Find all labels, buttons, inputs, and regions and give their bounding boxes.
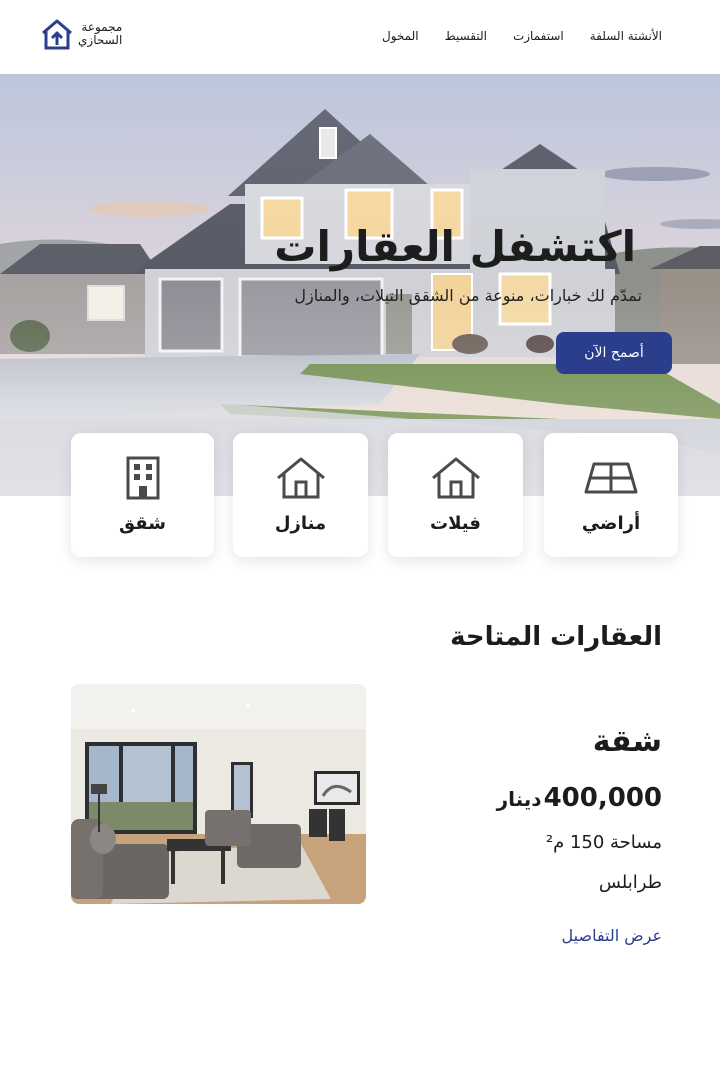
hero-subtitle: تمدّم لك خبارات، منوعة من الشقق التيلات،… [294, 286, 642, 305]
category-label: منازل [274, 513, 327, 534]
apartment-building-icon [126, 456, 159, 500]
house-icon [276, 457, 325, 499]
listing-price: 400,000 دينار [497, 783, 662, 813]
view-details-link[interactable]: عرض التفاصيل [562, 926, 662, 945]
house-logo-icon [42, 19, 72, 50]
hero-title: اكتشفل العقارات [274, 222, 636, 271]
listing-type: شقة [592, 724, 662, 759]
category-label: شقق [119, 513, 166, 534]
category-card-apartments[interactable]: شقق [71, 433, 214, 557]
category-card-land[interactable]: أراضي [544, 433, 678, 557]
brand-logo[interactable]: مجموعة السحازي [40, 17, 122, 51]
listing-area: مساحة 150 م² [545, 832, 662, 853]
nav-item-installments[interactable]: التقسيط [445, 29, 487, 43]
listing-currency: دينار [496, 787, 542, 811]
category-label: فيلات [430, 513, 481, 534]
brand-name: مجموعة السحازي [78, 21, 122, 47]
villa-house-icon [431, 457, 480, 499]
listing-photo[interactable] [71, 684, 366, 904]
site-header: مجموعة السحازي المخول التقسيط استفمازت ا… [0, 0, 720, 74]
nav-item-home[interactable]: المخول [382, 29, 419, 43]
listing-city: طرابلس [598, 872, 662, 893]
apartment-interior-image [71, 684, 366, 904]
category-card-villas[interactable]: فيلات [388, 433, 523, 557]
category-label: أراضي [581, 513, 641, 534]
listing-price-value: 400,000 [543, 783, 662, 813]
nav-item-activities[interactable]: الأنشتة السلفة [590, 29, 662, 43]
listings-section-title: العقارات المتاحة [450, 622, 662, 652]
nav-item-inquiries[interactable]: استفمازت [513, 29, 564, 43]
category-card-houses[interactable]: منازل [233, 433, 368, 557]
hero-cta-button[interactable]: أصمح الآن [556, 332, 672, 374]
main-nav: المخول التقسيط استفمازت الأنشتة السلفة [382, 29, 662, 43]
brand-name-line2: السحازي [78, 33, 123, 47]
land-grid-icon [584, 462, 638, 494]
